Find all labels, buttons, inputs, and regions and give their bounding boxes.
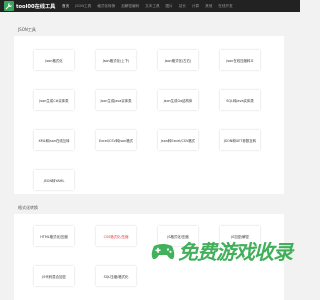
section-title-format: 格式化转换 [18,205,38,210]
watermark-text: 免费游戏收录 [178,240,293,264]
nav-item-calc[interactable]: 计算 [192,4,199,9]
nav-item-encode[interactable]: 加解密编码 [121,4,139,9]
tool-card[interactable]: Json生成Go结构体 [158,90,198,110]
tool-card[interactable]: Json在线压缩转义 [220,50,260,70]
nav-item-webmaster[interactable]: 站长 [179,4,186,9]
tool-card[interactable]: XML和Json在线互转 [34,130,74,150]
nav-item-json[interactable]: JSON工具 [75,4,91,9]
tool-card[interactable]: SQL压缩/格式化 [96,266,136,286]
gamepad-icon [148,240,178,262]
tool-card[interactable]: HTML格式化/压缩 [34,226,74,246]
tool-card[interactable]: SQL转Java实体类 [220,90,260,110]
tool-card[interactable]: Excel/CSV转Json格式 [96,130,136,150]
tool-card[interactable]: Json格式化(左右) [158,50,198,70]
app-title: tool00在线工具 [16,3,56,10]
tool-card[interactable]: Json生成Java实体类 [96,90,136,110]
main-nav: 首页 JSON工具 格式化转换 加解密编码 文本工具 图片 站长 计算 其他 在… [62,0,239,12]
tool-card[interactable]: Json生成C#实体类 [34,90,74,110]
nav-item-other[interactable]: 其他 [205,4,212,9]
nav-item-home[interactable]: 首页 [62,4,69,9]
nav-item-format[interactable]: 格式化转换 [97,4,115,9]
tool-card[interactable]: JSON和GET参数互转 [220,130,260,150]
tool-card[interactable]: Json格式化(上下) [96,50,136,70]
tool-card[interactable]: Json格式化 [34,50,74,70]
nav-item-image[interactable]: 图片 [166,4,173,9]
json-tools-panel: Json格式化 Json格式化(上下) Json格式化(左右) Json在线压缩… [14,36,284,194]
logo[interactable]: tool00在线工具 [4,1,55,11]
wrench-icon [4,1,14,11]
nav-item-dev[interactable]: 在线开发 [218,4,232,9]
tool-card[interactable]: JSON转YAML [34,170,74,190]
nav-item-text[interactable]: 文本工具 [145,4,159,9]
watermark: 免费游戏收录 [148,236,293,265]
tool-card[interactable]: Json转Excel/CSV格式 [158,130,198,150]
tool-card[interactable]: JS代码混合加密 [34,266,74,286]
tool-card-highlighted[interactable]: CSS格式化/压缩 [96,226,136,246]
section-title-json: JSON工具 [18,27,36,32]
top-navbar: tool00在线工具 首页 JSON工具 格式化转换 加解密编码 文本工具 图片… [0,0,300,12]
